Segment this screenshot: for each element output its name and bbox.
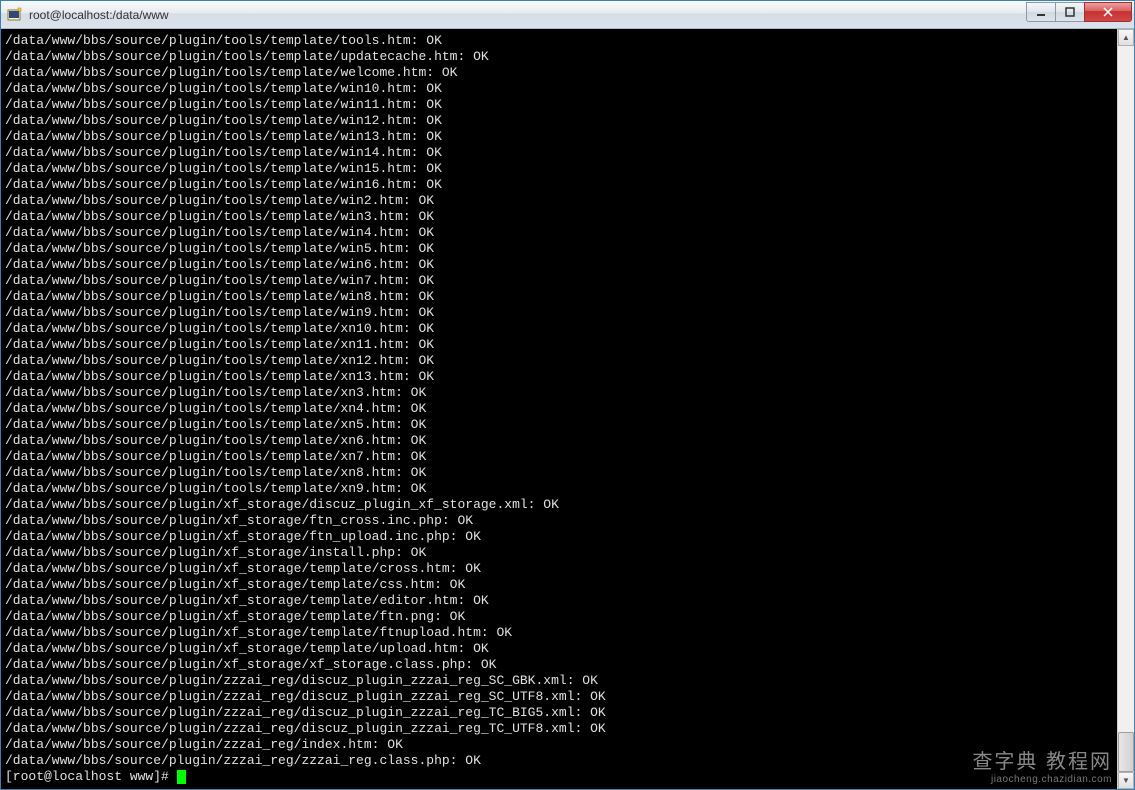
terminal-line: /data/www/bbs/source/plugin/tools/templa… [5, 401, 1117, 417]
terminal-line: /data/www/bbs/source/plugin/tools/templa… [5, 385, 1117, 401]
maximize-button[interactable] [1055, 2, 1085, 22]
terminal-line: /data/www/bbs/source/plugin/xf_storage/t… [5, 577, 1117, 593]
vertical-scrollbar: ▲ ▼ [1117, 29, 1134, 789]
terminal-line: /data/www/bbs/source/plugin/xf_storage/x… [5, 657, 1117, 673]
terminal-line: /data/www/bbs/source/plugin/zzzai_reg/di… [5, 689, 1117, 705]
terminal-line: /data/www/bbs/source/plugin/tools/templa… [5, 113, 1117, 129]
terminal-line: /data/www/bbs/source/plugin/tools/templa… [5, 177, 1117, 193]
terminal-line: /data/www/bbs/source/plugin/xf_storage/f… [5, 513, 1117, 529]
terminal-line: /data/www/bbs/source/plugin/tools/templa… [5, 433, 1117, 449]
titlebar[interactable]: root@localhost:/data/www [1, 1, 1134, 29]
terminal-line: /data/www/bbs/source/plugin/tools/templa… [5, 225, 1117, 241]
terminal-line: /data/www/bbs/source/plugin/xf_storage/t… [5, 561, 1117, 577]
scrollbar-thumb[interactable] [1118, 732, 1134, 772]
terminal-line: /data/www/bbs/source/plugin/xf_storage/t… [5, 593, 1117, 609]
terminal-line: /data/www/bbs/source/plugin/xf_storage/i… [5, 545, 1117, 561]
minimize-button[interactable] [1026, 2, 1056, 22]
terminal-line: /data/www/bbs/source/plugin/zzzai_reg/di… [5, 721, 1117, 737]
terminal-line: /data/www/bbs/source/plugin/tools/templa… [5, 257, 1117, 273]
close-button[interactable] [1084, 2, 1132, 22]
terminal-line: /data/www/bbs/source/plugin/xf_storage/t… [5, 609, 1117, 625]
terminal-line: /data/www/bbs/source/plugin/tools/templa… [5, 241, 1117, 257]
terminal-line: /data/www/bbs/source/plugin/tools/templa… [5, 465, 1117, 481]
terminal-line: /data/www/bbs/source/plugin/tools/templa… [5, 161, 1117, 177]
terminal-line: /data/www/bbs/source/plugin/zzzai_reg/zz… [5, 753, 1117, 769]
putty-icon [7, 7, 23, 23]
terminal-line: /data/www/bbs/source/plugin/tools/templa… [5, 337, 1117, 353]
terminal-line: /data/www/bbs/source/plugin/tools/templa… [5, 321, 1117, 337]
terminal-line: /data/www/bbs/source/plugin/xf_storage/d… [5, 497, 1117, 513]
terminal-line: /data/www/bbs/source/plugin/tools/templa… [5, 417, 1117, 433]
cursor [177, 770, 186, 784]
scrollbar-track[interactable] [1118, 46, 1134, 772]
terminal-line: /data/www/bbs/source/plugin/tools/templa… [5, 449, 1117, 465]
terminal-line: /data/www/bbs/source/plugin/zzzai_reg/di… [5, 705, 1117, 721]
scroll-down-button[interactable]: ▼ [1118, 772, 1134, 789]
terminal-line: /data/www/bbs/source/plugin/tools/templa… [5, 369, 1117, 385]
terminal-area: /data/www/bbs/source/plugin/tools/templa… [1, 29, 1134, 789]
terminal-line: /data/www/bbs/source/plugin/xf_storage/t… [5, 625, 1117, 641]
terminal-line: /data/www/bbs/source/plugin/tools/templa… [5, 145, 1117, 161]
terminal-content[interactable]: /data/www/bbs/source/plugin/tools/templa… [1, 29, 1117, 789]
terminal-line: /data/www/bbs/source/plugin/tools/templa… [5, 289, 1117, 305]
terminal-line: /data/www/bbs/source/plugin/xf_storage/t… [5, 641, 1117, 657]
scroll-up-button[interactable]: ▲ [1118, 29, 1134, 46]
terminal-line: /data/www/bbs/source/plugin/tools/templa… [5, 193, 1117, 209]
putty-window: root@localhost:/data/www /data/www/bbs/s… [0, 0, 1135, 790]
terminal-line: /data/www/bbs/source/plugin/tools/templa… [5, 65, 1117, 81]
terminal-line: /data/www/bbs/source/plugin/tools/templa… [5, 273, 1117, 289]
terminal-line: /data/www/bbs/source/plugin/tools/templa… [5, 481, 1117, 497]
terminal-line: /data/www/bbs/source/plugin/tools/templa… [5, 49, 1117, 65]
terminal-line: /data/www/bbs/source/plugin/tools/templa… [5, 353, 1117, 369]
window-title: root@localhost:/data/www [29, 8, 1134, 22]
terminal-line: /data/www/bbs/source/plugin/zzzai_reg/in… [5, 737, 1117, 753]
terminal-line: /data/www/bbs/source/plugin/tools/templa… [5, 33, 1117, 49]
terminal-line: /data/www/bbs/source/plugin/zzzai_reg/di… [5, 673, 1117, 689]
terminal-prompt: [root@localhost www]# [5, 769, 1117, 785]
terminal-line: /data/www/bbs/source/plugin/tools/templa… [5, 81, 1117, 97]
window-controls [1027, 2, 1132, 22]
terminal-line: /data/www/bbs/source/plugin/xf_storage/f… [5, 529, 1117, 545]
terminal-line: /data/www/bbs/source/plugin/tools/templa… [5, 305, 1117, 321]
terminal-line: /data/www/bbs/source/plugin/tools/templa… [5, 129, 1117, 145]
terminal-line: /data/www/bbs/source/plugin/tools/templa… [5, 97, 1117, 113]
terminal-line: /data/www/bbs/source/plugin/tools/templa… [5, 209, 1117, 225]
